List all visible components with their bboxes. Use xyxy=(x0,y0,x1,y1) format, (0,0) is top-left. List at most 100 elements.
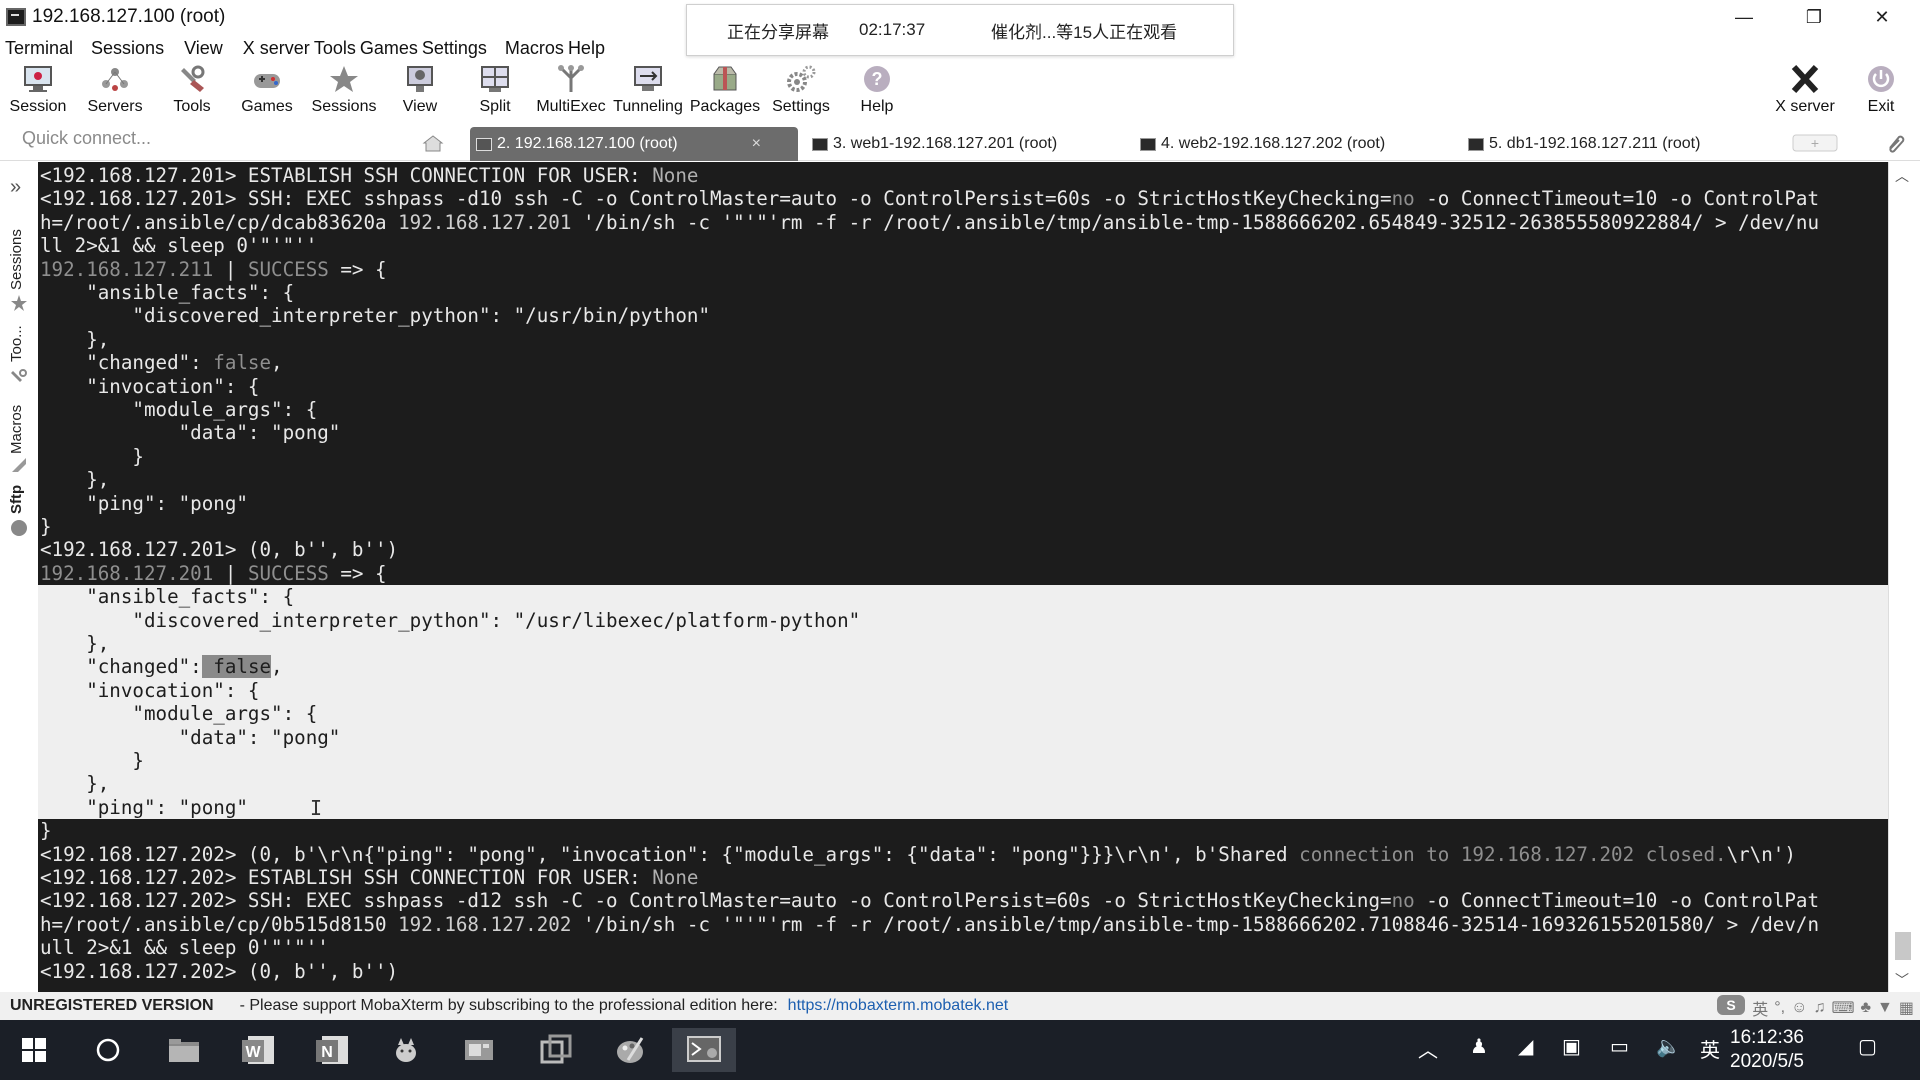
terminal-line: 192.168.127.201 | SUCCESS => { xyxy=(40,561,387,585)
tab-192-168-127-100[interactable]: 2. 192.168.127.100 (root) × xyxy=(470,127,798,161)
file-explorer-icon[interactable] xyxy=(160,1028,208,1072)
tshirt-icon[interactable]: ▼ xyxy=(1877,999,1893,1017)
volume-icon[interactable]: 🔈 xyxy=(1656,1034,1681,1059)
quick-connect-input[interactable]: Quick connect... xyxy=(22,128,151,149)
tunneling-button[interactable]: Tunneling xyxy=(612,62,684,120)
tray-app-icon[interactable]: ♟ xyxy=(1470,1034,1488,1059)
terminal-tab-icon xyxy=(812,137,828,151)
unregistered-label: UNREGISTERED VERSION xyxy=(10,997,214,1014)
games-button[interactable]: Games xyxy=(238,62,296,120)
minimize-button[interactable]: — xyxy=(1716,2,1772,32)
emoji-icon[interactable]: ☺ xyxy=(1791,999,1807,1017)
sidebar-tab-sftp[interactable]: Sftp xyxy=(8,485,25,514)
split-button[interactable]: Split xyxy=(472,62,518,120)
ime-toolbar: S 英 °, ☺ ♫ ⌨ ♣ ▼ ▦ xyxy=(1716,994,1914,1021)
close-tab-icon[interactable]: × xyxy=(752,135,761,153)
packages-icon xyxy=(709,62,741,96)
menu-view[interactable]: View xyxy=(179,38,228,59)
menu-terminal[interactable]: Terminal xyxy=(0,38,78,59)
menu-sessions[interactable]: Sessions xyxy=(86,38,169,59)
sidebar-tab-macros[interactable]: Macros xyxy=(8,405,25,454)
terminal-tab-icon xyxy=(1468,137,1484,151)
menu-macros[interactable]: Macros xyxy=(500,38,569,59)
exit-button[interactable]: Exit xyxy=(1860,62,1902,120)
status-bar: UNREGISTERED VERSION - Please support Mo… xyxy=(0,992,1920,1020)
tab-web1[interactable]: 3. web1-192.168.127.201 (root) xyxy=(806,128,1106,160)
microphone-icon[interactable]: ♫ xyxy=(1813,999,1825,1017)
packages-button[interactable]: Packages xyxy=(690,62,760,120)
menu-settings[interactable]: Settings xyxy=(417,38,492,59)
menu-xserver[interactable]: X server xyxy=(238,38,315,59)
menu-games[interactable]: Games xyxy=(355,38,423,59)
sogou-icon[interactable]: S xyxy=(1716,994,1746,1021)
terminal-line: "discovered_interpreter_python": "/usr/b… xyxy=(40,304,711,328)
battery-icon[interactable]: ▭ xyxy=(1610,1034,1629,1059)
word-icon[interactable]: W xyxy=(234,1028,282,1072)
terminal-line: "ping": "pong" xyxy=(40,795,248,819)
svg-text:S: S xyxy=(1727,997,1736,1013)
start-button[interactable] xyxy=(10,1028,58,1072)
terminal-line: }, xyxy=(40,632,110,655)
menu-help[interactable]: Help xyxy=(563,38,610,59)
sidebar-tab-tools[interactable]: Too... xyxy=(8,325,25,362)
share-time: 02:17:37 xyxy=(859,20,926,39)
skin-icon[interactable]: ♣ xyxy=(1861,999,1872,1017)
paint-icon[interactable] xyxy=(606,1028,654,1072)
tools-icon xyxy=(10,368,28,390)
multiexec-button[interactable]: MultiExec xyxy=(536,62,606,120)
terminal-scrollbar[interactable]: ︿ ﹀ xyxy=(1888,162,1916,992)
share-status: 正在分享屏幕 xyxy=(727,22,829,42)
xserver-button[interactable]: X server xyxy=(1772,62,1838,120)
menu-tools[interactable]: Tools xyxy=(309,38,361,59)
star-icon xyxy=(10,294,28,316)
keyboard-icon[interactable]: ⌨ xyxy=(1831,998,1854,1018)
restore-button[interactable]: ❐ xyxy=(1786,2,1842,32)
power-icon xyxy=(1865,62,1897,96)
tab-web2[interactable]: 4. web2-192.168.127.202 (root) xyxy=(1134,128,1434,160)
help-button[interactable]: ? Help xyxy=(856,62,898,120)
tools-button[interactable]: Tools xyxy=(164,62,220,120)
terminal-line: 192.168.127.211 | SUCCESS => { xyxy=(40,257,387,281)
session-button[interactable]: Session xyxy=(8,62,68,120)
terminal-output[interactable]: <192.168.127.201> ESTABLISH SSH CONNECTI… xyxy=(38,162,1888,992)
scroll-up-icon[interactable]: ︿ xyxy=(1895,166,1909,186)
wifi-icon[interactable]: ◢ xyxy=(1518,1034,1533,1059)
tray-app-icon[interactable]: ▣ xyxy=(1562,1034,1581,1059)
onenote-icon[interactable]: N xyxy=(308,1028,356,1072)
sessions-button[interactable]: Sessions xyxy=(312,62,376,120)
punctuation-icon[interactable]: °, xyxy=(1774,999,1785,1017)
input-language[interactable]: 英 xyxy=(1700,1034,1720,1063)
grid-icon[interactable]: ▦ xyxy=(1899,998,1914,1018)
show-hidden-icons[interactable]: ︿ xyxy=(1418,1034,1438,1063)
mobaxterm-window: { "window": { "title": "192.168.127.100 … xyxy=(0,0,1920,1080)
scrollbar-thumb[interactable] xyxy=(1895,932,1911,960)
terminal-line: "invocation": { xyxy=(40,678,260,702)
mobatek-link[interactable]: https://mobaxterm.mobatek.net xyxy=(788,997,1009,1015)
view-button[interactable]: View xyxy=(396,62,444,120)
settings-button[interactable]: Settings xyxy=(770,62,832,120)
terminal-line: h=/root/.ansible/cp/dcab83620a 192.168.1… xyxy=(40,210,1819,234)
scroll-down-icon[interactable]: ﹀ xyxy=(1895,970,1909,990)
clock[interactable]: 16:12:36 2020/5/5 xyxy=(1730,1026,1804,1074)
vmware-icon[interactable] xyxy=(532,1028,580,1072)
notification-center-icon[interactable]: ▢ xyxy=(1858,1034,1877,1059)
mobaxterm-taskbar-icon[interactable] xyxy=(672,1028,736,1072)
terminal-line: ull 2>&1 && sleep 0'"'"'' xyxy=(40,936,329,960)
close-button[interactable]: ✕ xyxy=(1854,2,1910,32)
search-button[interactable] xyxy=(84,1028,132,1072)
attachment-icon[interactable] xyxy=(1884,132,1906,158)
tomcat-icon[interactable] xyxy=(382,1028,430,1072)
sidebar-collapse-icon[interactable]: » xyxy=(10,176,21,199)
home-icon[interactable] xyxy=(422,134,444,156)
terminal-line: "ping": "pong" xyxy=(40,491,248,515)
servers-button[interactable]: Servers xyxy=(84,62,146,120)
screen-capture-icon[interactable] xyxy=(456,1028,504,1072)
sidebar-tab-sessions[interactable]: Sessions xyxy=(8,229,25,290)
ime-language[interactable]: 英 xyxy=(1752,996,1768,1020)
help-icon: ? xyxy=(861,62,893,96)
tab-db1[interactable]: 5. db1-192.168.127.211 (root) xyxy=(1462,128,1732,160)
new-tab-icon[interactable]: + xyxy=(1792,134,1838,156)
terminal-line: <192.168.127.202> SSH: EXEC sshpass -d12… xyxy=(40,889,1820,913)
svg-text:W: W xyxy=(245,1044,261,1061)
terminal-line: } xyxy=(40,515,52,538)
